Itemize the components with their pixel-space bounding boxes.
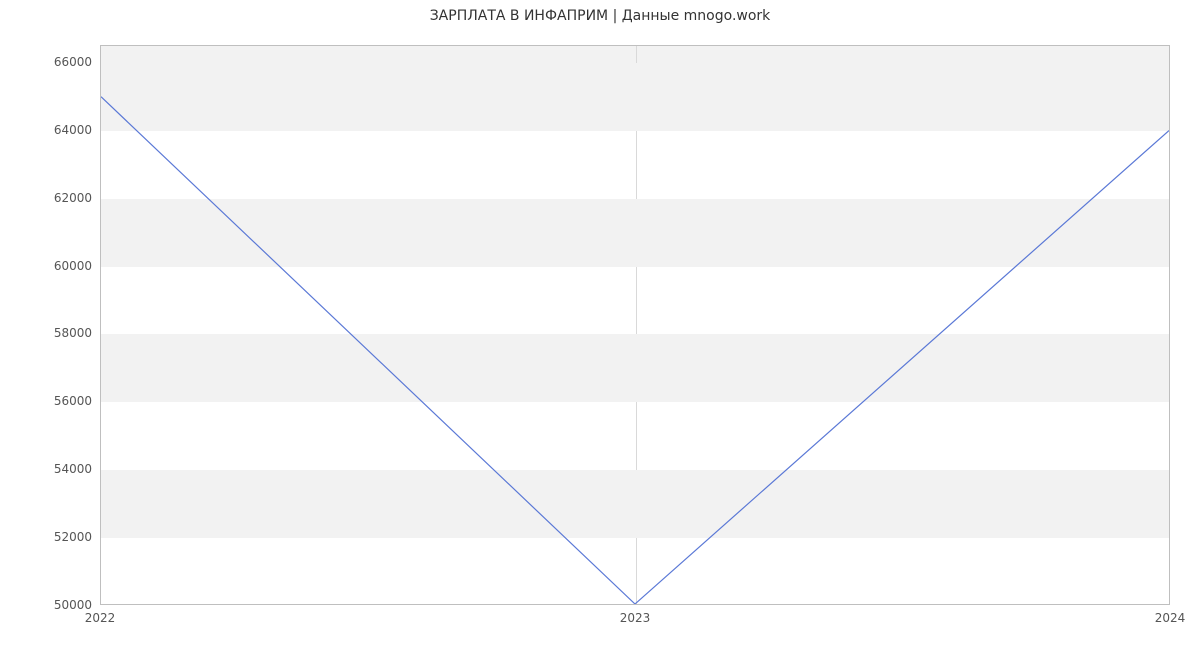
- salary-chart: ЗАРПЛАТА В ИНФАПРИМ | Данные mnogo.work …: [0, 0, 1200, 650]
- y-tick-label: 58000: [42, 326, 92, 340]
- y-tick-label: 64000: [42, 123, 92, 137]
- salary-series-line: [101, 97, 1169, 604]
- chart-title: ЗАРПЛАТА В ИНФАПРИМ | Данные mnogo.work: [0, 8, 1200, 24]
- y-tick-label: 56000: [42, 394, 92, 408]
- y-tick-label: 50000: [42, 598, 92, 612]
- y-tick-label: 52000: [42, 530, 92, 544]
- y-tick-label: 66000: [42, 55, 92, 69]
- plot-area: [100, 45, 1170, 605]
- y-tick-label: 60000: [42, 259, 92, 273]
- x-tick-label: 2023: [620, 611, 651, 625]
- x-tick-label: 2024: [1155, 611, 1186, 625]
- line-series-layer: [101, 46, 1169, 604]
- y-tick-label: 62000: [42, 191, 92, 205]
- x-tick-label: 2022: [85, 611, 116, 625]
- y-tick-label: 54000: [42, 462, 92, 476]
